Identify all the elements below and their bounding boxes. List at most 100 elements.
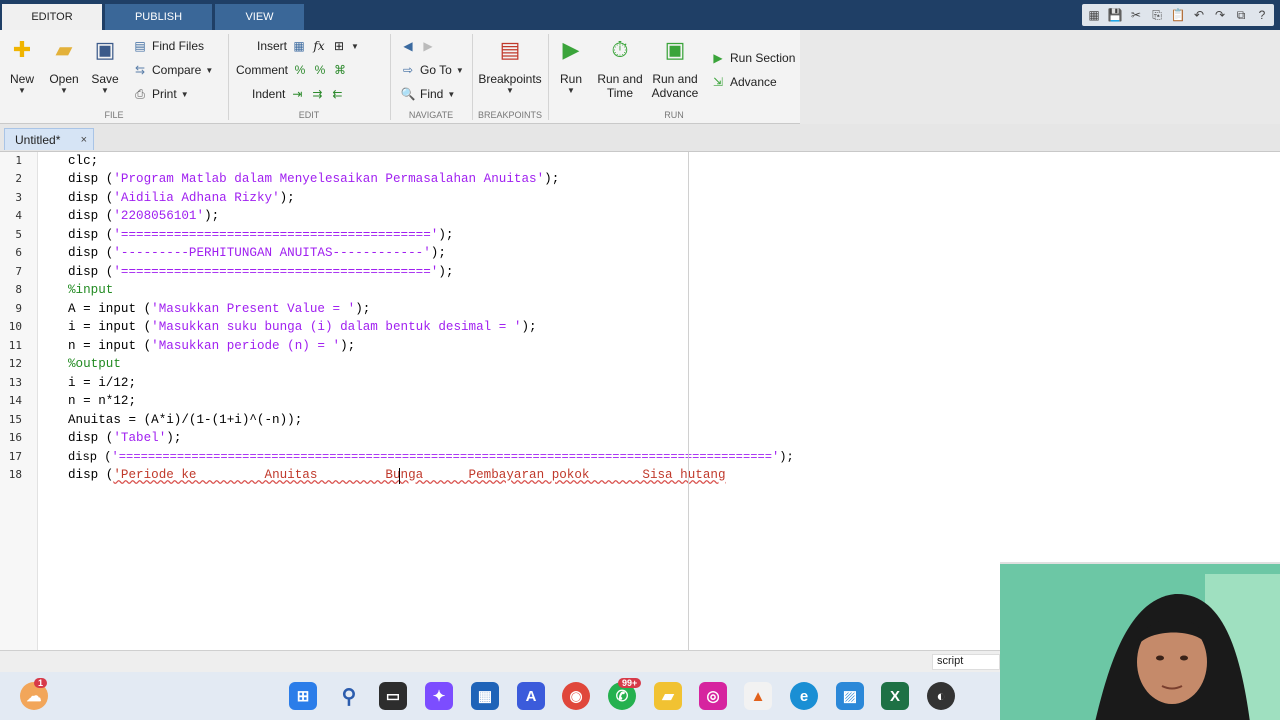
open-button[interactable]: ▰ Open ▼ xyxy=(48,36,80,95)
chevron-down-icon: ▼ xyxy=(506,86,514,95)
copy-icon[interactable]: ⎘ xyxy=(1148,6,1166,24)
advance-button[interactable]: ⇲ Advance xyxy=(710,74,777,90)
excel-icon[interactable]: X xyxy=(881,682,909,710)
close-icon[interactable]: × xyxy=(81,134,87,146)
string-literal: '=======================================… xyxy=(113,228,439,242)
comment-button[interactable]: Comment % % ⌘ xyxy=(236,62,348,78)
code-text: ); xyxy=(430,246,446,260)
code-line[interactable]: disp ('Program Matlab dalam Menyelesaika… xyxy=(68,170,559,188)
code-text: disp ( xyxy=(68,228,114,242)
new-button[interactable]: ✚ New ▼ xyxy=(6,36,38,95)
string-literal: 'Tabel' xyxy=(113,431,167,445)
code-line[interactable]: Anuitas = (A*i)/(1-(1+i)^(-n)); xyxy=(68,411,302,429)
insert-button[interactable]: Insert ▦ fx ⊞ ▼ xyxy=(257,38,359,54)
string-literal: 'Program Matlab dalam Menyelesaikan Perm… xyxy=(113,172,545,186)
store-icon[interactable]: ▦ xyxy=(471,682,499,710)
find-files-button[interactable]: ▤ Find Files xyxy=(132,38,204,54)
instagram-icon[interactable]: ◎ xyxy=(699,682,727,710)
line-number: 15 xyxy=(8,413,22,426)
app-icon[interactable]: A xyxy=(517,682,545,710)
open-label: Open xyxy=(49,72,79,86)
code-line[interactable]: clc; xyxy=(68,152,98,170)
help-icon[interactable]: ? xyxy=(1253,6,1271,24)
save-icon[interactable]: 💾 xyxy=(1106,6,1124,24)
switch-windows-icon[interactable]: ⧉ xyxy=(1232,6,1250,24)
save-icon: ▣ xyxy=(94,37,116,62)
matlab-icon[interactable]: ▲ xyxy=(744,682,772,710)
code-line[interactable]: i = input ('Masukkan suku bunga (i) dala… xyxy=(68,318,537,336)
line-number: 5 xyxy=(15,228,22,241)
code-text: disp ( xyxy=(68,191,114,205)
goto-button[interactable]: ⇨ Go To ▼ xyxy=(400,62,464,78)
document-tab-bar: Untitled* × xyxy=(0,124,1280,152)
wrap-comment-icon: ⌘ xyxy=(334,63,347,77)
advance-icon: ⇲ xyxy=(712,75,724,89)
back-forward-buttons[interactable]: ◀ ▶ xyxy=(400,38,436,54)
navigate-group-label: NAVIGATE xyxy=(408,110,454,120)
code-line[interactable]: n = n*12; xyxy=(68,392,136,410)
code-text: i = i/12; xyxy=(68,376,137,390)
undo-icon[interactable]: ↶ xyxy=(1190,6,1208,24)
search-icon[interactable]: ⚲ xyxy=(335,682,363,710)
code-line[interactable]: disp ('---------PERHITUNGAN ANUITAS-----… xyxy=(68,244,446,262)
code-line[interactable]: disp ('Periode ke Anuitas Bunga Pembayar… xyxy=(68,466,726,484)
line-number: 17 xyxy=(8,450,22,463)
cut-icon[interactable]: ✂ xyxy=(1127,6,1145,24)
task-view-icon[interactable]: ▭ xyxy=(379,682,407,710)
code-line[interactable]: disp ('2208056101'); xyxy=(68,207,219,225)
code-line[interactable]: disp ('=================================… xyxy=(68,226,453,244)
run-button[interactable]: ▶ Run ▼ xyxy=(556,36,586,95)
tab-editor[interactable]: EDITOR xyxy=(2,4,102,30)
windows-start-icon[interactable]: ⊞ xyxy=(289,682,317,710)
code-text: ); xyxy=(355,302,371,316)
run-section-button[interactable]: ▶ Run Section xyxy=(710,50,795,66)
format-icon: ⊞ xyxy=(333,39,345,53)
breakpoints-group-label: BREAKPOINTS xyxy=(477,110,542,120)
chrome-icon[interactable]: ◉ xyxy=(562,682,590,710)
edge-icon[interactable]: e xyxy=(790,682,818,710)
print-button[interactable]: ⎙ Print ▼ xyxy=(132,86,188,102)
back-arrow-icon[interactable]: ◀ xyxy=(400,38,416,54)
obs-icon[interactable]: ◐ xyxy=(927,682,955,710)
goto-label: Go To xyxy=(420,63,452,77)
edit-group-label: EDIT xyxy=(298,110,320,120)
code-line[interactable]: disp ('=================================… xyxy=(68,448,794,466)
find-button[interactable]: 🔍 Find ▼ xyxy=(400,86,456,102)
code-line[interactable]: n = input ('Masukkan periode (n) = '); xyxy=(68,337,355,355)
code-text: ); xyxy=(166,431,182,445)
forward-arrow-icon[interactable]: ▶ xyxy=(420,38,436,54)
find-label: Find xyxy=(420,87,444,101)
run-and-time-button[interactable]: ⏱ Run and Time xyxy=(596,36,644,100)
tab-publish[interactable]: PUBLISH xyxy=(105,4,212,30)
tab-view[interactable]: VIEW xyxy=(215,4,304,30)
save-button[interactable]: ▣ Save ▼ xyxy=(89,36,121,95)
run-group-label: RUN xyxy=(664,110,684,120)
code-line[interactable]: %output xyxy=(68,355,121,373)
comment-label: Comment xyxy=(236,63,289,77)
code-text: ); xyxy=(340,339,356,353)
line-number: 2 xyxy=(15,172,22,185)
layout-icon[interactable]: ▦ xyxy=(1085,6,1103,24)
compare-button[interactable]: ⇆ Compare ▼ xyxy=(132,62,213,78)
copilot-icon[interactable]: ✦ xyxy=(425,682,453,710)
code-text: disp ( xyxy=(68,209,114,223)
code-line[interactable]: disp ('Aidilia Adhana Rizky'); xyxy=(68,189,295,207)
tab-untitled[interactable]: Untitled* × xyxy=(4,128,94,150)
paste-icon[interactable]: 📋 xyxy=(1169,6,1187,24)
code-line[interactable]: i = i/12; xyxy=(68,374,136,392)
code-line[interactable]: disp ('=================================… xyxy=(68,263,453,281)
chevron-down-icon: ▼ xyxy=(18,86,26,95)
run-time-icon: ⏱ xyxy=(611,37,629,62)
breakpoints-button[interactable]: ▤ Breakpoints ▼ xyxy=(478,36,542,95)
file-explorer-icon[interactable]: ▰ xyxy=(654,682,682,710)
code-text: disp ( xyxy=(68,468,114,482)
comment-text: %output xyxy=(68,357,121,371)
code-line[interactable]: %input xyxy=(68,281,113,299)
run-and-advance-button[interactable]: ▣ Run and Advance xyxy=(650,36,700,100)
code-line[interactable]: disp ('Tabel'); xyxy=(68,429,181,447)
indent-button[interactable]: Indent ⇥ ⇉ ⇇ xyxy=(252,86,345,102)
code-line[interactable]: A = input ('Masukkan Present Value = '); xyxy=(68,300,370,318)
run-time-label-1: Run and xyxy=(597,72,643,86)
redo-icon[interactable]: ↷ xyxy=(1211,6,1229,24)
photos-icon[interactable]: ▨ xyxy=(836,682,864,710)
